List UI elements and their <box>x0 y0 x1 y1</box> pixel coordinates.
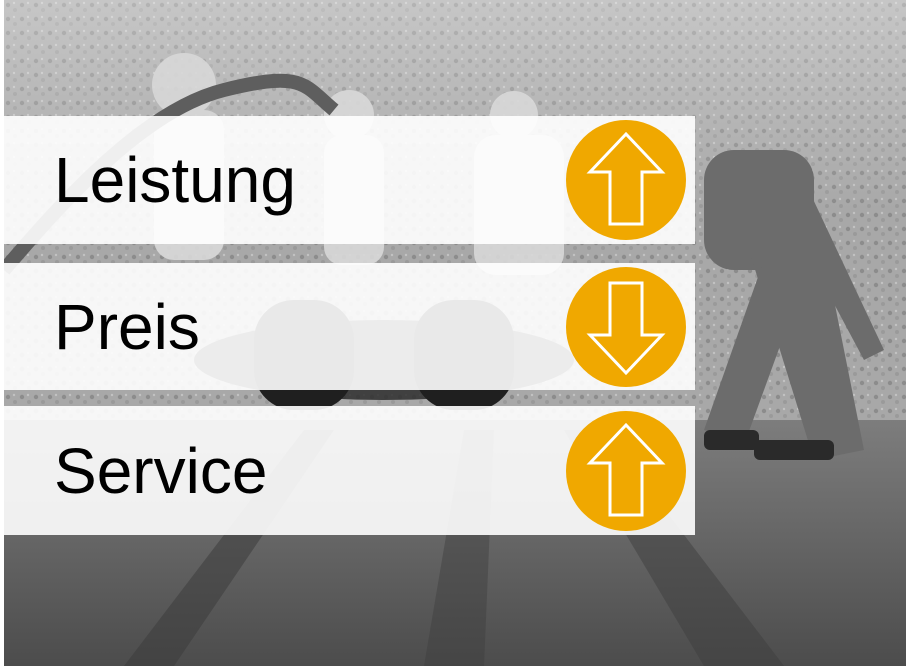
metric-row-leistung: Leistung <box>4 116 695 244</box>
arrow-up-icon <box>586 131 666 226</box>
trend-badge <box>566 266 686 387</box>
arrow-up-icon <box>586 422 666 516</box>
metric-row-service: Service <box>4 406 695 535</box>
metric-row-preis: Preis <box>4 263 695 390</box>
metric-label: Service <box>54 434 268 507</box>
arrow-down-icon <box>586 281 666 375</box>
slide: Leistung Preis Service <box>4 0 906 666</box>
metric-label: Leistung <box>54 144 296 216</box>
trend-badge <box>566 120 686 240</box>
metric-label: Preis <box>54 290 200 363</box>
trend-badge <box>566 410 686 531</box>
